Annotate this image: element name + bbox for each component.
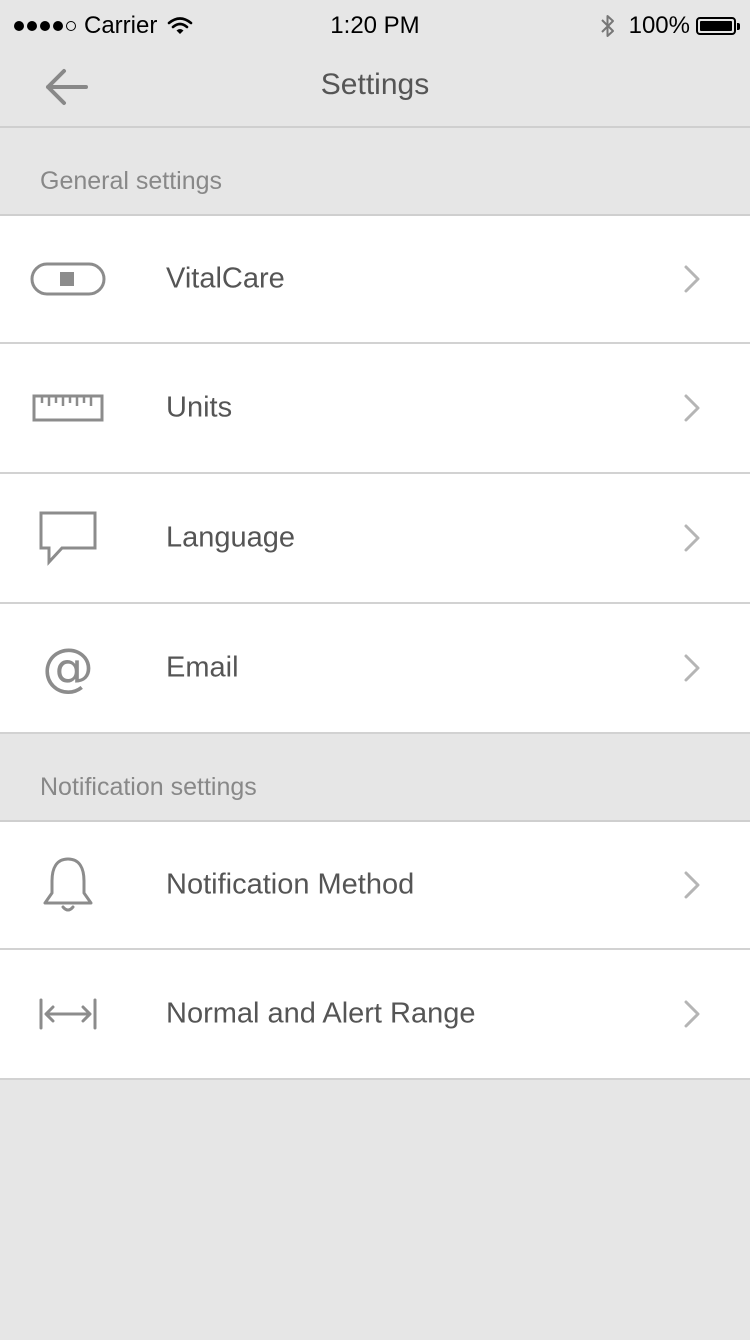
chevron-right-icon <box>682 999 702 1029</box>
section-header-general: General settings <box>0 128 750 216</box>
section-title: General settings <box>40 167 223 195</box>
ruler-icon <box>28 344 108 472</box>
chevron-right-icon <box>682 653 702 683</box>
nav-bar: Settings <box>0 52 750 128</box>
settings-row-language[interactable]: Language <box>0 474 750 604</box>
settings-row-notification-method[interactable]: Notification Method <box>0 822 750 950</box>
row-label: Language <box>166 521 296 554</box>
status-bar: Carrier 1:20 PM 100% <box>0 0 750 52</box>
settings-row-alert-range[interactable]: Normal and Alert Range <box>0 950 750 1080</box>
row-label: Email <box>166 651 239 684</box>
chevron-right-icon <box>682 523 702 553</box>
settings-row-email[interactable]: @ Email <box>0 604 750 734</box>
chevron-right-icon <box>682 264 702 294</box>
chevron-right-icon <box>682 870 702 900</box>
row-label: Normal and Alert Range <box>166 997 476 1030</box>
chevron-right-icon <box>682 393 702 423</box>
settings-row-vitalcare[interactable]: VitalCare <box>0 216 750 344</box>
svg-text:@: @ <box>42 640 94 696</box>
bell-icon <box>28 822 108 948</box>
at-sign-icon: @ <box>28 604 108 732</box>
device-icon <box>28 216 108 342</box>
range-icon <box>28 950 108 1078</box>
row-label: Notification Method <box>166 868 415 901</box>
battery-icon <box>696 17 740 35</box>
row-label: VitalCare <box>166 262 285 295</box>
battery-percent: 100% <box>628 12 690 39</box>
section-header-notification: Notification settings <box>0 734 750 822</box>
page-title: Settings <box>320 68 430 101</box>
status-right: 100% <box>599 12 740 40</box>
bluetooth-icon <box>600 15 614 37</box>
row-label: Units <box>166 391 233 424</box>
section-title: Notification settings <box>40 773 257 801</box>
settings-row-units[interactable]: Units <box>0 344 750 474</box>
speech-bubble-icon <box>28 474 108 602</box>
